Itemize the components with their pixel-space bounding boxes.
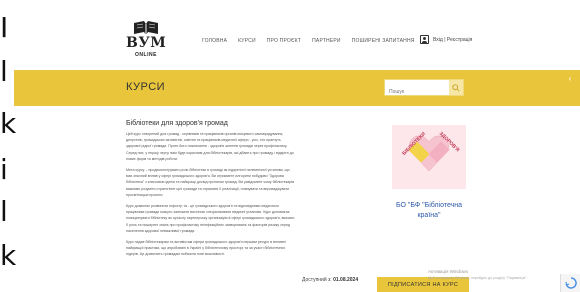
nav-item-faq[interactable]: ПОШИРЕНІ ЗАПИТАННЯ [352,38,415,44]
chevron-left-icon[interactable]: ‹ [560,70,580,87]
windows-watermark: Активація Windows [428,269,468,274]
strip-char: k [0,107,17,140]
strip-char: I [0,11,9,44]
nav-item-about[interactable]: ПРО ПРОЄКТ [267,38,301,44]
nav-item-home[interactable]: ГОЛОВНА [202,38,227,44]
login-label: Вхід | Реєстрація [433,36,473,43]
logo-word: ВУМ [126,35,167,51]
search-button[interactable] [449,80,463,95]
book-icon [134,21,158,35]
course-paragraph: Курс дозволяє розвинити інфостр та - це … [126,204,295,233]
access-date: Доступний з: 01.08.2024 [302,277,358,283]
strip-char: i [0,153,8,186]
strip-char: k [0,239,17,272]
recaptcha-icon [564,277,577,289]
access-label: Доступний з: [302,277,332,283]
page-title: КУРСИ [126,81,166,93]
course-description: Бібліотеки для здоров'я громад Цей курс … [126,120,296,263]
access-date-value: 01.08.2024 [333,277,359,283]
course-paragraph: Мета курсу – продемонструвати роль біблі… [126,168,295,197]
search-input[interactable] [385,84,451,100]
site-header: ВУМ ONLINE ГОЛОВНА КУРСИ ПРО ПРОЄКТ ПАРТ… [14,0,580,70]
strip-char: l [0,195,8,228]
course-paragraph: Курс надає бібліотекарям та активістам с… [126,240,286,257]
strip-char: l [0,55,8,88]
course-title: Бібліотеки для здоров'я громад [126,120,228,127]
page-banner: КУРСИ ‹ [14,70,580,106]
nav-item-partners[interactable]: ПАРТНЕРИ [312,38,341,44]
login-link[interactable]: Вхід | Реєстрація [420,35,472,44]
course-paragraph: Цей курс створений для громад - керівник… [126,132,294,161]
windows-watermark-sub: Щоб активувати Windows, перейдіть до роз… [428,276,528,280]
nav-item-courses[interactable]: КУРСИ [238,38,256,44]
logo-sub: ONLINE [135,52,157,58]
main-nav: ГОЛОВНА КУРСИ ПРО ПРОЄКТ ПАРТНЕРИ ПОШИРЕ… [202,38,415,44]
recaptcha-badge[interactable] [560,274,580,292]
search-icon [452,83,460,92]
organization-name: БО "БФ "Бібліотечна країна" [395,202,463,219]
course-sidebar: БІБЛІОТЕКИ ЗДОРОВ'Я БО "БФ "Бібліотечна … [392,125,472,221]
left-strip: I l k i l k [0,0,17,292]
user-icon [420,35,429,44]
search-box [384,79,464,100]
site-logo[interactable]: ВУМ ONLINE [126,20,166,60]
course-cover: БІБЛІОТЕКИ ЗДОРОВ'Я [392,125,466,189]
